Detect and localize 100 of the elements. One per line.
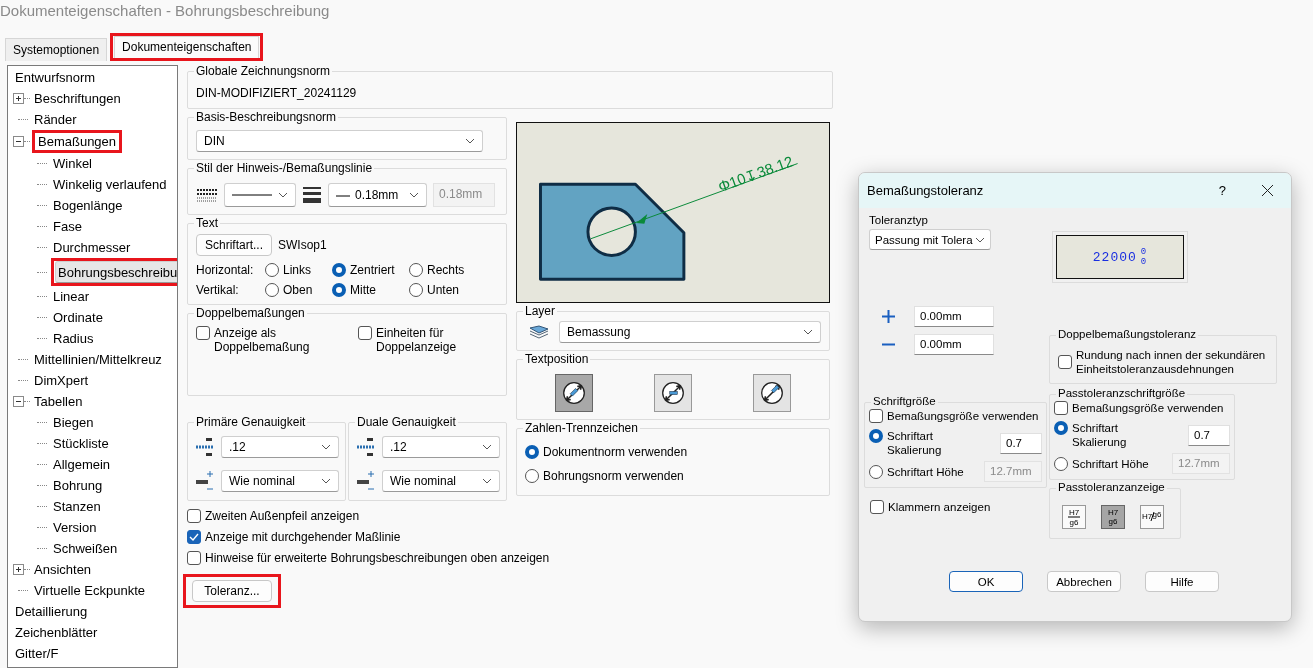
- dialog-button[interactable]: OK: [949, 571, 1023, 592]
- tree-item[interactable]: Winkelig verlaufend: [51, 176, 169, 193]
- dropdown[interactable]: [224, 183, 296, 207]
- tree-item[interactable]: Bogenlänge: [51, 197, 125, 214]
- tree-item[interactable]: Detaillierung: [13, 603, 90, 620]
- checkbox[interactable]: [196, 326, 210, 340]
- tab[interactable]: Systemoptionen: [5, 38, 108, 61]
- dropdown[interactable]: Wie nominal: [221, 470, 339, 492]
- checkbox[interactable]: [358, 326, 372, 340]
- collapse-icon[interactable]: [13, 396, 24, 407]
- expand-icon[interactable]: [13, 93, 24, 104]
- radio-button[interactable]: [265, 263, 279, 277]
- tree-item[interactable]: Bohrungsbeschreibu: [55, 261, 177, 283]
- tree-item[interactable]: Stückliste: [51, 435, 111, 452]
- text-position-icon: [758, 380, 785, 406]
- tree-item[interactable]: Biegen: [51, 414, 96, 431]
- dropdown[interactable]: .12: [221, 436, 339, 458]
- tree-item[interactable]: Allgemein: [51, 456, 113, 473]
- close-icon[interactable]: [1262, 185, 1273, 196]
- checkbox-label: Anzeige mit durchgehender Maßlinie: [205, 530, 401, 544]
- checkbox-label: Rundung nach innen der sekundären Einheitstoleranzausdehnungen: [1076, 348, 1267, 376]
- group-title: Layer: [523, 304, 558, 318]
- tree-item[interactable]: Tabellen: [32, 393, 85, 410]
- fit-format-button[interactable]: H7g6: [1140, 505, 1164, 529]
- radio-label: Schriftart Höhe: [1072, 456, 1149, 471]
- radio-button[interactable]: [869, 429, 883, 443]
- dialog-button[interactable]: Hilfe: [1145, 571, 1219, 592]
- tree-item[interactable]: Entwurfsnorm: [13, 69, 98, 86]
- help-button[interactable]: ?: [1218, 183, 1226, 198]
- dropdown[interactable]: Bemassung: [559, 321, 821, 343]
- tree-item[interactable]: DimXpert: [32, 372, 91, 389]
- checkbox[interactable]: [1058, 355, 1072, 369]
- tree-item[interactable]: Schweißen: [51, 540, 120, 557]
- dropdown[interactable]: Wie nominal: [382, 470, 500, 492]
- radio-label: Links: [283, 263, 311, 277]
- number-field[interactable]: 0.7: [1000, 432, 1042, 454]
- radio-button[interactable]: [525, 469, 539, 483]
- dropdown[interactable]: DIN: [196, 130, 483, 152]
- text-position-icon: [561, 380, 588, 406]
- text-position-button[interactable]: [654, 374, 692, 412]
- tolerance-button[interactable]: Toleranz...: [192, 580, 272, 602]
- tree-item[interactable]: Ränder: [32, 111, 79, 128]
- fit-format-button[interactable]: H7 g6: [1101, 505, 1125, 529]
- text-position-button[interactable]: [555, 374, 594, 412]
- checkbox[interactable]: [187, 509, 201, 523]
- collapse-icon[interactable]: [13, 136, 24, 147]
- window-title: Dokumenteigenschaften - Bohrungsbeschreibung: [0, 2, 330, 19]
- tree-item[interactable]: Gitter/F: [13, 645, 61, 662]
- group-title: Passtoleranzanzeige: [1056, 481, 1167, 493]
- tree-item[interactable]: Zeichenblätter: [13, 624, 100, 641]
- radio-label: Rechts: [427, 263, 465, 277]
- radio-button[interactable]: [869, 464, 883, 479]
- radio-label: Zentriert: [350, 263, 395, 277]
- radio-button[interactable]: [332, 263, 346, 277]
- tree-item[interactable]: Virtuelle Eckpunkte: [32, 582, 148, 599]
- dropdown[interactable]: Passung mit Tolera: [869, 229, 991, 250]
- tree-item[interactable]: Winkel: [51, 155, 94, 172]
- tree-item[interactable]: Radius: [51, 330, 96, 347]
- radio-label: Schriftart Skalierung: [1072, 421, 1128, 449]
- group-title: Text: [194, 216, 220, 230]
- line-width-field: 0.18mm: [433, 183, 495, 207]
- checkbox[interactable]: [187, 551, 201, 565]
- text-position-icon: [660, 380, 686, 406]
- checkbox[interactable]: [1054, 401, 1068, 415]
- number-field[interactable]: 0.7: [1188, 424, 1230, 446]
- tree-item[interactable]: Ansichten: [32, 561, 94, 578]
- radio-button[interactable]: [409, 263, 423, 277]
- tree-item[interactable]: Linear: [51, 288, 92, 305]
- dropdown[interactable]: 0.18mm: [328, 183, 427, 207]
- checkbox[interactable]: [869, 409, 883, 423]
- radio-button[interactable]: [525, 445, 539, 459]
- checkbox[interactable]: [187, 530, 201, 544]
- tree-item[interactable]: Version: [51, 519, 99, 536]
- radio-button[interactable]: [1054, 421, 1068, 435]
- tree-item[interactable]: Bemaßungen: [36, 133, 119, 150]
- tab[interactable]: Dokumenteigenschaften: [114, 36, 260, 58]
- checkbox[interactable]: [870, 500, 884, 514]
- dropdown[interactable]: .12: [382, 436, 500, 458]
- tree-item[interactable]: Stanzen: [51, 498, 103, 515]
- tree-item[interactable]: Bohrung: [51, 477, 105, 494]
- plus-icon: [882, 310, 895, 323]
- radio-button[interactable]: [265, 283, 279, 297]
- dialog-button[interactable]: Abbrechen: [1047, 571, 1121, 592]
- radio-button[interactable]: [1054, 456, 1068, 471]
- tree-item[interactable]: Durchmesser: [51, 239, 133, 256]
- text-position-button[interactable]: [752, 374, 791, 412]
- fit-format-button[interactable]: H7 g6: [1062, 505, 1086, 529]
- lower-tolerance-field[interactable]: 0.00mm: [914, 334, 994, 355]
- radio-button[interactable]: [332, 283, 346, 297]
- radio-label: Bohrungsnorm verwenden: [543, 469, 684, 483]
- tree-item[interactable]: Beschriftungen: [32, 90, 123, 107]
- tree-item[interactable]: Fase: [51, 218, 84, 235]
- solid-line-icon: [336, 193, 350, 198]
- font-button[interactable]: Schriftart...: [196, 234, 272, 256]
- tree-item[interactable]: Ordinate: [51, 309, 105, 326]
- tree-item[interactable]: Mittellinien/Mittelkreuz: [32, 351, 164, 368]
- expand-icon[interactable]: [13, 564, 24, 575]
- upper-tolerance-field[interactable]: 0.00mm: [914, 306, 994, 327]
- radio-button[interactable]: [409, 283, 423, 297]
- group-title: Basis-Beschreibungsnorm: [194, 110, 339, 124]
